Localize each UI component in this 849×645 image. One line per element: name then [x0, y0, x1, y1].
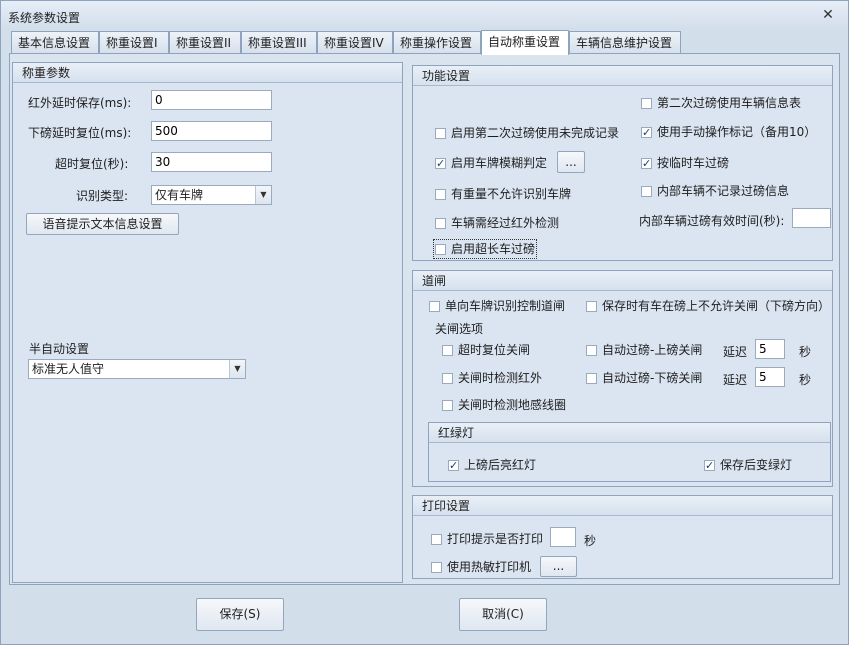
checkbox-box	[442, 400, 453, 411]
gate-header: 道闸	[413, 271, 832, 291]
checkbox-box	[442, 373, 453, 384]
semi-auto-label: 半自动设置	[29, 342, 90, 356]
window-title: 系统参数设置	[8, 11, 81, 25]
long-vehicle-checkbox[interactable]: 启用超长车过磅	[432, 239, 538, 259]
temp-vehicle-checkbox[interactable]: 按临时车过磅	[641, 155, 729, 172]
checkbox-box	[442, 345, 453, 356]
checkbox-box	[448, 458, 459, 474]
checkbox-box	[586, 373, 597, 384]
recog-type-select[interactable]: 仅有车牌 ▼	[151, 185, 272, 205]
ground-coil-checkbox[interactable]: 关闸时检测地感线圈	[442, 397, 566, 413]
infrared-delay-input[interactable]	[151, 90, 272, 110]
second-pass-unfinished-checkbox[interactable]: 启用第二次过磅使用未完成记录	[435, 125, 619, 141]
fuzzy-settings-button[interactable]: ...	[557, 151, 585, 173]
recog-type-value: 仅有车牌	[155, 188, 204, 202]
delay2-label: 延迟	[723, 373, 748, 387]
print-settings-group: 打印设置 打印提示是否打印 秒 使用热敏打印机 ...	[412, 495, 833, 579]
semi-auto-value: 标准无人值守	[32, 362, 105, 376]
voice-text-button[interactable]: 语音提示文本信息设置	[26, 213, 179, 235]
tab-vehicle-info[interactable]: 车辆信息维护设置	[569, 31, 681, 54]
checkbox-box	[586, 345, 597, 356]
thermal-settings-button[interactable]: ...	[540, 556, 577, 577]
timeout-label: 超时复位(秒):	[55, 157, 129, 171]
single-plate-control-checkbox[interactable]: 单向车牌识别控制道闸	[429, 298, 565, 314]
checkbox-box	[431, 534, 442, 545]
function-settings-group: 功能设置 第二次过磅使用车辆信息表 启用第二次过磅使用未完成记录 使用手动操作标…	[412, 65, 833, 261]
delay1-input[interactable]	[755, 339, 785, 359]
weigh-params-header: 称重参数	[13, 63, 402, 83]
prompt-print-input[interactable]	[550, 527, 576, 547]
tab-weigh-4[interactable]: 称重设置IV	[317, 31, 393, 54]
checkbox-box	[435, 189, 446, 200]
checkbox-box	[641, 156, 652, 172]
checkbox-box	[435, 156, 446, 172]
save-button[interactable]: 保存(S)	[196, 598, 284, 631]
off-delay-label: 下磅延时复位(ms):	[28, 126, 132, 140]
tab-auto-weigh[interactable]: 自动称重设置	[481, 30, 569, 55]
function-settings-header: 功能设置	[413, 66, 832, 86]
checkbox-box	[641, 98, 652, 109]
checkbox-box	[641, 186, 652, 197]
manual-op-mark-checkbox[interactable]: 使用手动操作标记（备用10）	[641, 124, 816, 141]
close-options-label: 关闸选项	[435, 322, 484, 336]
weigh-params-group: 称重参数 红外延时保存(ms): 下磅延时复位(ms): 超时复位(秒): 识别…	[12, 62, 403, 583]
checkbox-box	[429, 301, 440, 312]
delay2-unit: 秒	[799, 373, 812, 387]
traffic-light-group: 红绿灯 上磅后亮红灯 保存后变绿灯	[428, 422, 831, 482]
close-icon[interactable]: ✕	[820, 7, 836, 23]
checkbox-box	[704, 458, 715, 474]
timeout-close-checkbox[interactable]: 超时复位关闸	[442, 342, 530, 358]
tab-weigh-1[interactable]: 称重设置I	[99, 31, 169, 54]
semi-auto-select[interactable]: 标准无人值守 ▼	[28, 359, 246, 379]
save-no-close-checkbox[interactable]: 保存时有车在磅上不允许关闸（下磅方向）	[586, 298, 830, 314]
tab-weigh-2[interactable]: 称重设置II	[169, 31, 241, 54]
tab-panel: 称重参数 红外延时保存(ms): 下磅延时复位(ms): 超时复位(秒): 识别…	[9, 53, 840, 585]
infrared-close-checkbox[interactable]: 关闸时检测红外	[442, 370, 542, 386]
recog-type-label: 识别类型:	[76, 189, 129, 203]
timeout-input[interactable]	[151, 152, 272, 172]
checkbox-box	[641, 125, 652, 141]
prompt-print-unit: 秒	[584, 534, 597, 548]
print-settings-header: 打印设置	[413, 496, 832, 516]
internal-no-record-checkbox[interactable]: 内部车辆不记录过磅信息	[641, 183, 789, 199]
cancel-button[interactable]: 取消(C)	[459, 598, 547, 631]
infrared-delay-label: 红外延时保存(ms):	[28, 96, 132, 110]
chevron-down-icon[interactable]: ▼	[229, 360, 245, 378]
settings-window: 系统参数设置 ✕ 基本信息设置 称重设置I 称重设置II 称重设置III 称重设…	[0, 0, 849, 645]
green-on-save-checkbox[interactable]: 保存后变绿灯	[704, 457, 792, 474]
tab-basic-info[interactable]: 基本信息设置	[11, 31, 99, 54]
checkbox-box	[431, 562, 442, 573]
no-plate-with-weight-checkbox[interactable]: 有重量不允许识别车牌	[435, 186, 571, 202]
delay1-unit: 秒	[799, 345, 812, 359]
auto-off-close-checkbox[interactable]: 自动过磅-下磅关闸	[586, 370, 702, 386]
chevron-down-icon[interactable]: ▼	[255, 186, 271, 204]
internal-valid-time-label: 内部车辆过磅有效时间(秒):	[639, 214, 785, 228]
thermal-printer-checkbox[interactable]: 使用热敏打印机	[431, 559, 531, 575]
red-on-enter-checkbox[interactable]: 上磅后亮红灯	[448, 457, 536, 474]
tab-weigh-3[interactable]: 称重设置III	[241, 31, 317, 54]
auto-on-close-checkbox[interactable]: 自动过磅-上磅关闸	[586, 342, 702, 358]
checkbox-box	[435, 244, 446, 255]
second-pass-vehicle-table-checkbox[interactable]: 第二次过磅使用车辆信息表	[641, 95, 801, 111]
delay2-input[interactable]	[755, 367, 785, 387]
off-delay-input[interactable]	[151, 121, 272, 141]
checkbox-box	[435, 128, 446, 139]
infrared-check-checkbox[interactable]: 车辆需经过红外检测	[435, 215, 559, 231]
gate-group: 道闸 单向车牌识别控制道闸 保存时有车在磅上不允许关闸（下磅方向） 关闸选项 超…	[412, 270, 833, 487]
tab-weigh-operation[interactable]: 称重操作设置	[393, 31, 481, 54]
internal-valid-time-input[interactable]	[792, 208, 831, 228]
checkbox-box	[435, 218, 446, 229]
prompt-print-checkbox[interactable]: 打印提示是否打印	[431, 531, 543, 547]
traffic-light-header: 红绿灯	[429, 423, 830, 443]
delay1-label: 延迟	[723, 345, 748, 359]
fuzzy-plate-checkbox[interactable]: 启用车牌模糊判定	[435, 155, 547, 172]
title-bar: 系统参数设置 ✕	[1, 1, 848, 29]
checkbox-box	[586, 301, 597, 312]
